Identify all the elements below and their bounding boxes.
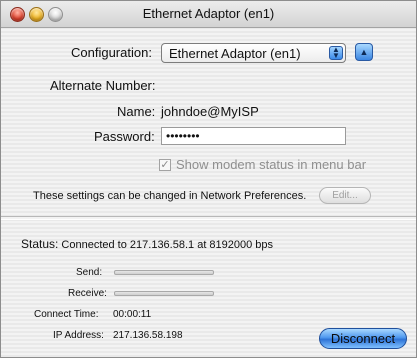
checkmark-icon: ✓ bbox=[160, 159, 170, 171]
configuration-select[interactable]: Ethernet Adaptor (en1) ▲ ▼ bbox=[161, 43, 346, 63]
configuration-value: Ethernet Adaptor (en1) bbox=[169, 46, 301, 61]
receive-label: Receive: bbox=[68, 288, 107, 299]
show-status-checkbox[interactable]: ✓ bbox=[159, 159, 171, 171]
disconnect-button[interactable]: Disconnect bbox=[319, 328, 407, 349]
receive-meter bbox=[114, 291, 214, 296]
connect-time-value: 00:00:11 bbox=[113, 309, 152, 320]
eject-button[interactable]: ▲ bbox=[355, 43, 373, 61]
ethernet-window: Ethernet Adaptor (en1) Configuration: Et… bbox=[0, 0, 417, 358]
title-bar: Ethernet Adaptor (en1) bbox=[1, 1, 416, 28]
show-status-label: Show modem status in menu bar bbox=[176, 157, 367, 172]
send-meter bbox=[114, 270, 214, 275]
status-line: Status: Connected to 217.136.58.1 at 819… bbox=[21, 237, 273, 251]
name-value: johndoe@MyISP bbox=[161, 104, 259, 119]
configuration-label: Configuration: bbox=[71, 45, 152, 60]
status-label: Status: bbox=[21, 237, 59, 251]
popup-arrows-icon: ▲ ▼ bbox=[329, 46, 343, 60]
eject-icon: ▲ bbox=[359, 47, 369, 57]
edit-button[interactable]: Edit... bbox=[319, 187, 371, 204]
ip-address-value: 217.136.58.198 bbox=[113, 330, 183, 341]
status-text: Connected to 217.136.58.1 at 8192000 bps bbox=[61, 239, 274, 251]
section-divider bbox=[1, 216, 416, 220]
password-field[interactable]: •••••••• bbox=[161, 127, 346, 145]
window-title: Ethernet Adaptor (en1) bbox=[142, 6, 275, 21]
name-label: Name: bbox=[117, 104, 156, 119]
password-label: Password: bbox=[94, 129, 155, 144]
ip-address-label: IP Address: bbox=[53, 330, 104, 341]
connect-time-label: Connect Time: bbox=[34, 309, 99, 320]
send-label: Send: bbox=[76, 267, 103, 278]
alternate-number-label: Alternate Number: bbox=[50, 78, 156, 93]
network-preferences-note: These settings can be changed in Network… bbox=[33, 190, 307, 202]
